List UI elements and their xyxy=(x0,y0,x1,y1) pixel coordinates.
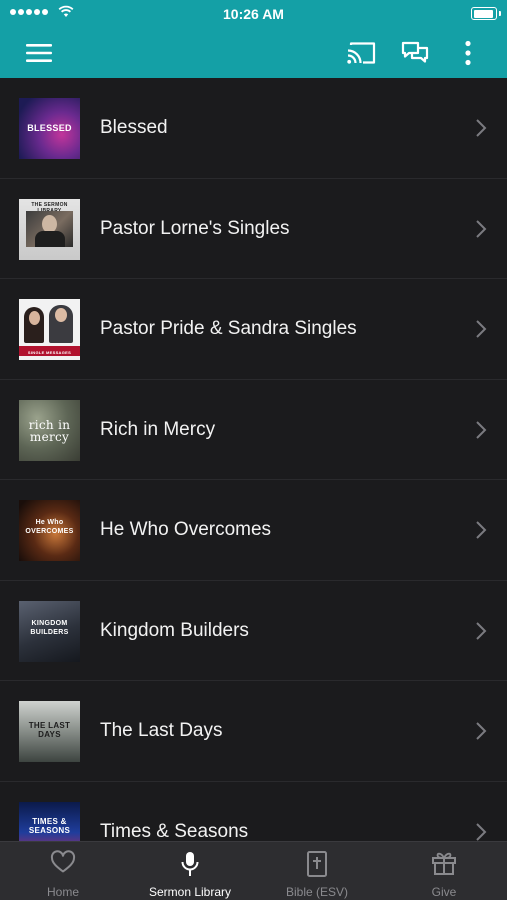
hamburger-menu-icon xyxy=(26,44,52,62)
battery-icon xyxy=(471,7,501,20)
list-item[interactable]: He Who OVERCOMES He Who Overcomes xyxy=(0,480,507,581)
series-thumbnail: TIMES & SEASONS xyxy=(19,801,80,841)
series-title: Times & Seasons xyxy=(100,820,249,842)
status-time: 10:26 AM xyxy=(223,6,284,22)
series-title: Rich in Mercy xyxy=(100,418,216,440)
chevron-right-icon xyxy=(476,219,487,238)
app-bar xyxy=(0,28,507,78)
more-vertical-icon xyxy=(465,40,471,66)
chat-icon xyxy=(401,41,429,63)
tab-home[interactable]: Home xyxy=(0,842,126,900)
tab-bible[interactable]: Bible (ESV) xyxy=(254,842,380,900)
list-item[interactable]: KINGDOM BUILDERS Kingdom Builders xyxy=(0,580,507,681)
series-title: The Last Days xyxy=(100,720,223,741)
series-thumbnail: He Who OVERCOMES xyxy=(19,500,80,561)
tab-label: Bible (ESV) xyxy=(285,885,349,899)
tab-give[interactable]: Give xyxy=(381,842,507,900)
series-thumbnail: THE LAST DAYS xyxy=(19,701,80,762)
chevron-right-icon xyxy=(476,320,487,338)
tab-label: Give xyxy=(431,885,457,899)
series-thumbnail: rich in mercy xyxy=(19,399,80,461)
cast-icon xyxy=(347,42,376,64)
sermon-series-list: BLESSED Blessed THE SERMON LIBRARY Pasto… xyxy=(0,78,507,841)
series-title: Blessed xyxy=(100,117,168,138)
chevron-right-icon xyxy=(476,420,487,439)
chevron-right-icon xyxy=(476,822,487,841)
heart-icon xyxy=(50,850,76,873)
list-item[interactable]: THE LAST DAYS The Last Days xyxy=(0,681,507,782)
bible-icon xyxy=(307,851,327,877)
series-title: He Who Overcomes xyxy=(100,519,272,540)
series-title: Kingdom Builders xyxy=(100,619,249,641)
status-bar: 10:26 AM xyxy=(0,0,507,28)
series-title: Pastor Pride & Sandra Singles xyxy=(100,318,357,339)
tab-bar: Home Sermon Library Bible (ESV) Give xyxy=(0,841,507,900)
series-thumbnail: SINGLE MESSAGES xyxy=(19,299,80,360)
series-thumbnail: KINGDOM BUILDERS xyxy=(19,600,80,662)
chat-button[interactable] xyxy=(398,36,432,70)
menu-button[interactable] xyxy=(22,36,56,70)
tab-label: Home xyxy=(46,885,79,899)
list-item[interactable]: TIMES & SEASONS Times & Seasons xyxy=(0,781,507,842)
tab-sermon-library[interactable]: Sermon Library xyxy=(127,842,253,900)
cast-button[interactable] xyxy=(344,36,378,70)
list-item[interactable]: SINGLE MESSAGES Pastor Pride & Sandra Si… xyxy=(0,279,507,380)
chevron-right-icon xyxy=(476,521,487,539)
list-item[interactable]: rich in mercy Rich in Mercy xyxy=(0,379,507,480)
series-title: Pastor Lorne's Singles xyxy=(100,217,290,239)
gift-icon xyxy=(432,852,456,875)
chevron-right-icon xyxy=(476,621,487,640)
more-options-button[interactable] xyxy=(451,36,485,70)
microphone-icon xyxy=(181,852,199,876)
series-thumbnail: BLESSED xyxy=(19,98,80,159)
chevron-right-icon xyxy=(476,119,487,137)
tab-label: Sermon Library xyxy=(148,885,232,899)
series-thumbnail: THE SERMON LIBRARY xyxy=(19,198,80,260)
chevron-right-icon xyxy=(476,722,487,740)
list-item[interactable]: BLESSED Blessed xyxy=(0,78,507,179)
list-item[interactable]: THE SERMON LIBRARY Pastor Lorne's Single… xyxy=(0,178,507,279)
